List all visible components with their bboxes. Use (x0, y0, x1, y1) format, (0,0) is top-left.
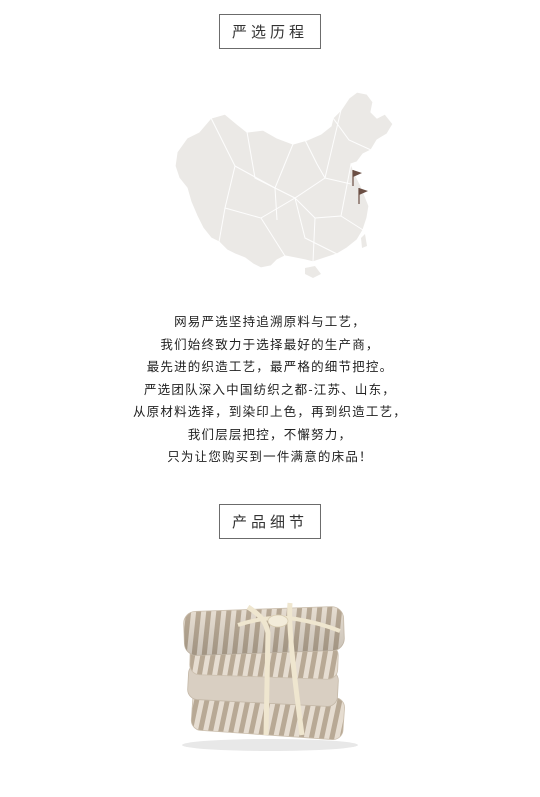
story-line: 我们始终致力于选择最好的生产商， (160, 336, 380, 352)
section-title-history: 严选历程 (218, 14, 322, 49)
china-map-icon (174, 91, 394, 278)
brand-story-text: 网易严选坚持追溯原料与工艺， 我们始终致力于选择最好的生产商， 最先进的织造工艺… (0, 311, 540, 469)
section-title-details: 产品细节 (218, 504, 322, 539)
story-line: 最先进的织造工艺，最严格的细节把控。 (146, 359, 394, 374)
china-map-illustration (165, 88, 403, 284)
story-line: 网易严选坚持追溯原料与工艺， (174, 314, 366, 329)
story-line: 我们层层把控，不懈努力， (187, 426, 353, 442)
story-line: 只为让您购买到一件满意的床品！ (167, 449, 373, 464)
folded-bedding-icon (182, 602, 358, 751)
story-line: 从原材料选择，到染印上色，再到织造工艺， (132, 404, 407, 419)
story-line: 严选团队深入中国纺织之都-江苏、山东， (143, 381, 397, 397)
product-photo (170, 585, 370, 755)
